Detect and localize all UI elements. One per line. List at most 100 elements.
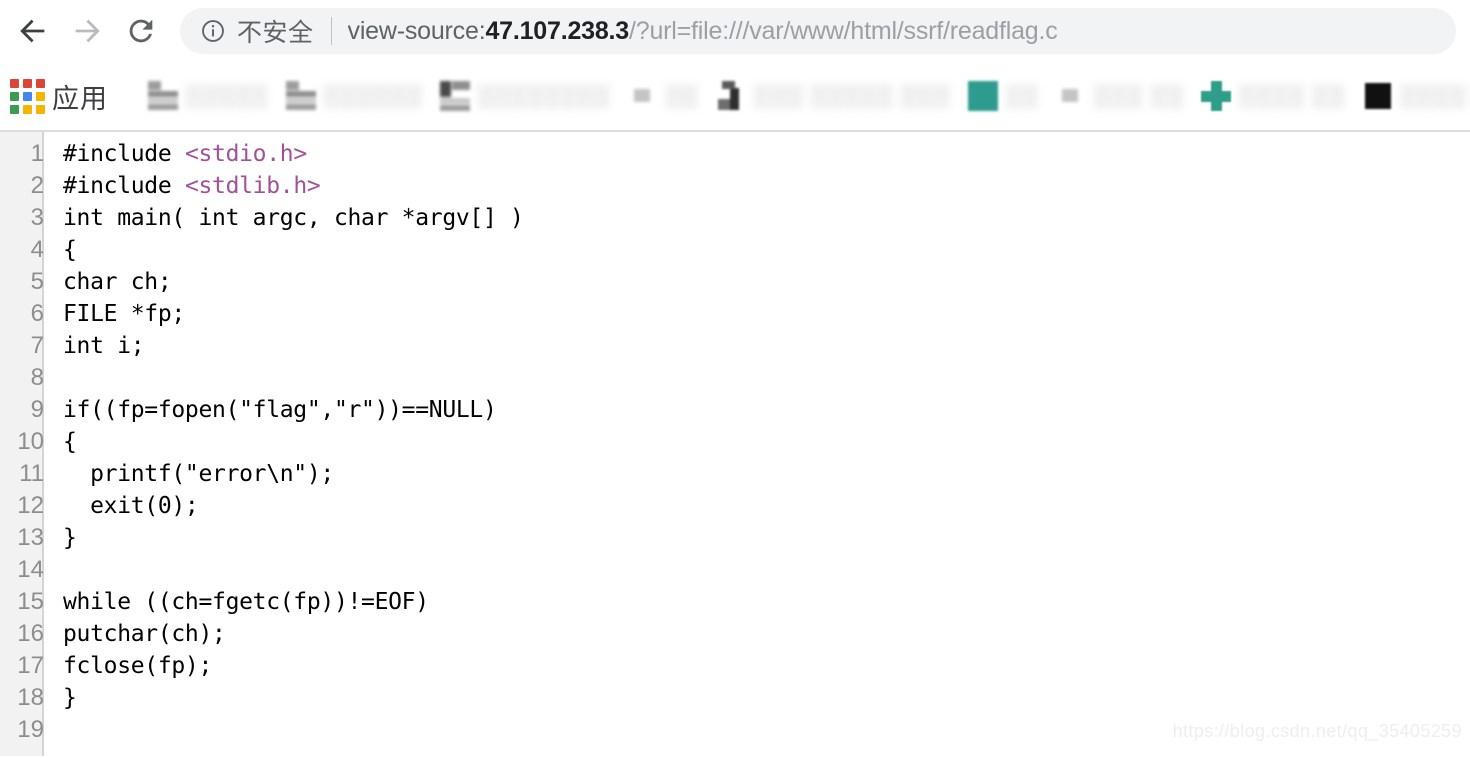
bookmark-favicon-icon: [285, 81, 316, 111]
bookmark-item[interactable]: ░░░░░: [142, 74, 274, 118]
line-number: 8: [30, 364, 44, 391]
bookmark-label: ░░░░ ░░░: [1399, 83, 1470, 108]
source-line-row: 11 printf("error\n");: [0, 458, 1470, 490]
source-line-text[interactable]: if((fp=fopen("flag","r"))==NULL): [52, 394, 1470, 426]
code-token: fclose(fp);: [63, 653, 213, 679]
back-button[interactable]: [6, 4, 60, 58]
source-line-text[interactable]: while ((ch=fgetc(fp))!=EOF): [52, 586, 1470, 618]
line-number: 2: [30, 172, 44, 199]
watermark: https://blog.csdn.net/qq_35405259: [1172, 721, 1462, 741]
source-line-text[interactable]: printf("error\n");: [52, 458, 1470, 490]
forward-button[interactable]: [60, 4, 114, 58]
line-number: 3: [30, 204, 44, 231]
bookmark-item[interactable]: ░░: [622, 74, 704, 118]
bookmark-favicon-icon: [148, 81, 178, 111]
source-line-row: 15 while ((ch=fgetc(fp))!=EOF): [0, 586, 1470, 618]
bookmark-item[interactable]: ░░░░ ░░: [1195, 74, 1351, 118]
bookmark-favicon-icon: [1201, 81, 1232, 111]
source-line-text[interactable]: fclose(fp);: [52, 650, 1470, 682]
line-number: 6: [30, 300, 44, 327]
omnibox-divider: [330, 17, 332, 45]
browser-chrome: 不安全 view-source:47.107.238.3/?url=file:/…: [0, 0, 1470, 132]
source-line-text[interactable]: {: [52, 234, 1470, 266]
source-line-text[interactable]: {: [52, 426, 1470, 458]
source-line-row: 7 int i;: [0, 330, 1470, 362]
address-bar[interactable]: 不安全 view-source:47.107.238.3/?url=file:/…: [180, 8, 1456, 54]
url-scheme: view-source:: [347, 16, 486, 45]
source-line-text[interactable]: #include <stdio.h>: [52, 138, 1470, 170]
source-line-text[interactable]: putchar(ch);: [52, 618, 1470, 650]
line-number: 14: [17, 556, 44, 583]
bookmark-label: ░░░░░░░░: [477, 83, 611, 108]
reload-icon: [124, 14, 158, 48]
include-header-token: <stdio.h>: [184, 141, 307, 167]
source-line-text[interactable]: [52, 554, 1470, 586]
source-line-row: 16 putchar(ch);: [0, 618, 1470, 650]
bookmark-item[interactable]: ░░░ ░░: [1050, 74, 1189, 118]
include-header-token: <stdlib.h>: [184, 173, 321, 199]
bookmark-label: ░░░░░: [185, 83, 268, 108]
security-status-label[interactable]: 不安全: [237, 13, 314, 49]
bookmark-favicon-icon: [716, 81, 747, 111]
bookmark-label: ░░░ ░░: [1093, 83, 1184, 108]
source-line-row: 13}: [0, 522, 1470, 554]
bookmark-label: ░░: [1005, 83, 1039, 108]
code-token: if((fp=fopen("flag","r"))==NULL): [63, 397, 497, 423]
line-number: 13: [17, 524, 44, 551]
source-line-row: 8: [0, 362, 1470, 394]
source-line-text[interactable]: #include <stdlib.h>: [52, 170, 1470, 202]
line-number: 17: [17, 652, 44, 679]
bookmark-favicon-icon: [628, 81, 659, 111]
source-line-text[interactable]: FILE *fp;: [52, 298, 1470, 330]
reload-button[interactable]: [114, 4, 168, 58]
apps-label[interactable]: 应用: [52, 77, 108, 116]
code-token: {: [63, 237, 77, 263]
bookmark-item[interactable]: ░░: [962, 74, 1044, 118]
line-number: 1: [30, 140, 44, 167]
source-line-row: 4{: [0, 234, 1470, 266]
line-number: 11: [19, 460, 44, 487]
line-number: 12: [17, 492, 44, 519]
source-code-table: 1 #include <stdio.h> 2 #include <stdlib.h> 3…: [0, 138, 1470, 746]
view-source-content: 1 #include <stdio.h> 2 #include <stdlib.h> 3…: [0, 132, 1470, 756]
source-line-text[interactable]: int main( int argc, char *argv[] ): [52, 202, 1470, 234]
apps-grid-icon[interactable]: [8, 77, 46, 115]
bookmarks-bar: 应用 ░░░░░ ░░░░░░ ░░░░░░░░ ░░ ░░░ ░░░░░ ░░…: [0, 62, 1470, 132]
url-host: 47.107.238.3: [485, 16, 630, 45]
back-arrow-icon: [16, 14, 50, 48]
code-token: exit(0);: [63, 493, 199, 519]
bookmark-label: ░░░░ ░░: [1238, 83, 1345, 108]
source-line-text[interactable]: exit(0);: [52, 490, 1470, 522]
source-line-row: 2 #include <stdlib.h>: [0, 170, 1470, 202]
line-number: 7: [30, 332, 44, 359]
line-number: 19: [17, 716, 44, 743]
bookmark-item[interactable]: ░░░░ ░░░: [1357, 74, 1470, 118]
code-token: int i;: [63, 333, 145, 359]
bookmark-label: ░░░░░░: [322, 83, 423, 108]
browser-toolbar: 不安全 view-source:47.107.238.3/?url=file:/…: [0, 0, 1470, 62]
bookmark-favicon-icon: [1056, 81, 1087, 111]
source-line-row: 18}: [0, 682, 1470, 714]
code-token: int main( int argc, char *argv[] ): [63, 205, 524, 231]
line-number: 9: [30, 396, 44, 423]
source-line-text[interactable]: int i;: [52, 330, 1470, 362]
source-line-text[interactable]: }: [52, 682, 1470, 714]
code-token: putchar(ch);: [63, 621, 226, 647]
info-circle-icon[interactable]: [200, 18, 226, 44]
code-token: printf("error\n");: [63, 461, 334, 487]
bookmark-item[interactable]: ░░░ ░░░░░ ░░░: [710, 74, 956, 118]
code-token: #include: [63, 141, 185, 167]
forward-arrow-icon: [70, 14, 104, 48]
line-number: 15: [17, 588, 44, 615]
bookmark-favicon-icon: [1362, 81, 1393, 111]
source-line-row: 14: [0, 554, 1470, 586]
bookmark-item[interactable]: ░░░░░░: [280, 74, 429, 118]
source-line-text[interactable]: char ch;: [52, 266, 1470, 298]
bookmark-label: ░░░ ░░░░░ ░░░: [753, 83, 951, 108]
code-token: while ((ch=fgetc(fp))!=EOF): [63, 589, 429, 615]
source-line-text[interactable]: }: [52, 522, 1470, 554]
source-line-text[interactable]: [52, 362, 1470, 394]
bookmark-item[interactable]: ░░░░░░░░: [434, 74, 616, 118]
bookmark-favicon-icon: [440, 81, 471, 111]
url-text[interactable]: view-source:47.107.238.3/?url=file:///va…: [348, 17, 1438, 46]
